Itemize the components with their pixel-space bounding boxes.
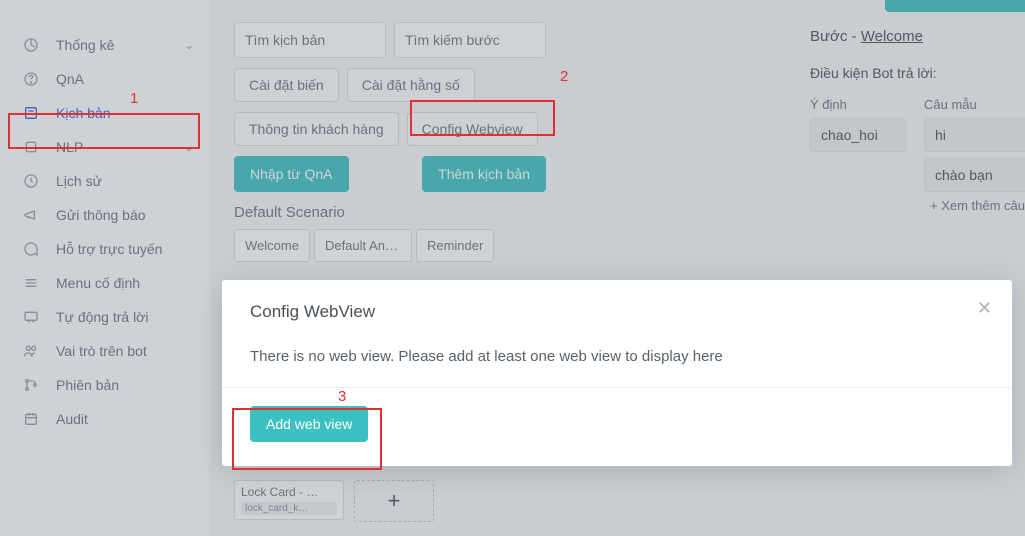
add-web-view-button[interactable]: Add web view <box>250 406 368 442</box>
modal-separator <box>222 387 1012 388</box>
modal-title: Config WebView <box>250 302 984 322</box>
config-webview-modal: Config WebView ✕ There is no web view. P… <box>222 280 1012 466</box>
modal-message: There is no web view. Please add at leas… <box>250 348 984 365</box>
close-icon[interactable]: ✕ <box>977 298 992 319</box>
